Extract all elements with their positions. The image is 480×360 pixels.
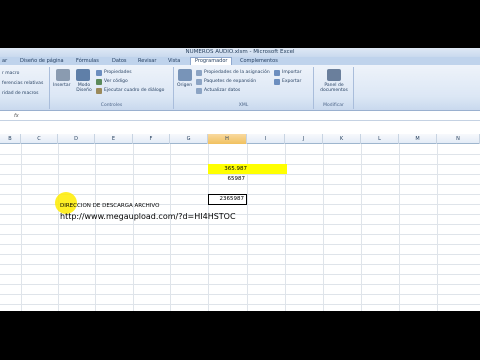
tab-addins[interactable]: Complementos	[240, 58, 278, 65]
xml-group-label: XML	[238, 103, 249, 108]
cell-h-value-2[interactable]: 65987	[208, 174, 247, 184]
grid-line	[0, 254, 480, 255]
modify-group-label: Modificar	[323, 103, 344, 108]
column-header-e[interactable]: E	[95, 134, 133, 144]
column-header-d[interactable]: D	[58, 134, 95, 144]
refresh-data-button[interactable]: Actualizar datos	[204, 88, 240, 93]
map-properties-icon	[196, 70, 202, 76]
macro-security-button[interactable]: ridad de macros	[2, 91, 39, 96]
worksheet-grid[interactable]: 365.987 65987 2365987 DIRECCION DE DESCA…	[0, 144, 480, 311]
export-button[interactable]: Exportar	[282, 79, 301, 84]
grid-line	[0, 184, 480, 185]
column-header-f[interactable]: F	[133, 134, 170, 144]
code-group: r macro ferencias relativas ridad de mac…	[0, 67, 50, 109]
refresh-data-icon	[196, 88, 202, 94]
tab-data[interactable]: Datos	[112, 58, 127, 65]
window-title: NUMEROS AUDIO.xlsm - Microsoft Excel	[185, 49, 295, 55]
modify-group: Panel de documentos Modificar	[314, 67, 354, 109]
function-icon[interactable]: fx	[14, 113, 19, 119]
title-bar: NUMEROS AUDIO.xlsm - Microsoft Excel	[0, 48, 480, 57]
map-properties-button[interactable]: Propiedades de la asignación	[204, 70, 270, 75]
grid-line	[437, 144, 438, 311]
expansion-packs-button[interactable]: Paquetes de expansión	[204, 79, 256, 84]
ribbon-tabs: ar Diseño de página Fórmulas Datos Revis…	[0, 57, 480, 65]
column-headers: B C D E F G H I J K L M N	[0, 134, 480, 144]
cell-download-url[interactable]: http://www.megaupload.com/?d=HI4HSTOC	[60, 211, 236, 223]
column-header-j[interactable]: J	[285, 134, 323, 144]
properties-button[interactable]: Propiedades	[104, 70, 132, 75]
import-icon	[274, 70, 280, 76]
insert-button[interactable]: Insertar	[53, 83, 71, 88]
ribbon: r macro ferencias relativas ridad de mac…	[0, 65, 480, 111]
controls-group: Insertar Modo Diseño Propiedades Ver cód…	[50, 67, 174, 109]
grid-line	[399, 144, 400, 311]
column-header-k[interactable]: K	[323, 134, 361, 144]
import-button[interactable]: Importar	[282, 70, 302, 75]
formula-bar[interactable]: fx	[0, 112, 480, 121]
grid-line	[361, 144, 362, 311]
grid-line	[0, 154, 480, 155]
column-header-l[interactable]: L	[361, 134, 399, 144]
grid-line	[0, 224, 480, 225]
grid-line	[0, 274, 480, 275]
grid-line	[58, 144, 59, 311]
grid-line	[323, 144, 324, 311]
grid-line	[133, 144, 134, 311]
expansion-packs-icon	[196, 79, 202, 85]
view-code-button[interactable]: Ver código	[104, 79, 128, 84]
column-header-h[interactable]: H	[208, 134, 247, 144]
cell-download-label[interactable]: DIRECCION DE DESCARGA ARCHIVO	[60, 201, 159, 211]
export-icon	[274, 79, 280, 85]
run-dialog-button[interactable]: Ejecutar cuadro de diálogo	[104, 88, 164, 93]
tab-page-layout[interactable]: Diseño de página	[20, 58, 64, 65]
design-mode-button[interactable]: Modo Diseño	[74, 83, 94, 93]
document-panel-icon[interactable]	[327, 69, 341, 81]
xml-group: Origen Propiedades de la asignación Paqu…	[174, 67, 314, 109]
relative-references-button[interactable]: ferencias relativas	[2, 81, 43, 86]
grid-line	[21, 144, 22, 311]
source-button[interactable]: Origen	[177, 83, 192, 88]
tab-view[interactable]: Vista	[168, 58, 180, 65]
column-header-n[interactable]: N	[437, 134, 480, 144]
tab-formulas[interactable]: Fórmulas	[76, 58, 99, 65]
tab-developer[interactable]: Programador	[190, 57, 233, 65]
grid-line	[0, 244, 480, 245]
controls-group-label: Controles	[100, 103, 123, 108]
grid-line	[0, 304, 480, 305]
properties-icon	[96, 70, 102, 76]
cell-h-value-1[interactable]: 365.987	[208, 164, 287, 174]
grid-line	[0, 284, 480, 285]
record-macro-button[interactable]: r macro	[2, 71, 19, 76]
grid-line	[0, 234, 480, 235]
grid-line	[0, 264, 480, 265]
column-header-m[interactable]: M	[399, 134, 437, 144]
column-header-g[interactable]: G	[170, 134, 208, 144]
tab-review[interactable]: Revisar	[138, 58, 156, 65]
insert-control-icon[interactable]	[56, 69, 70, 81]
tab-start[interactable]: ar	[2, 58, 7, 65]
xml-source-icon[interactable]	[178, 69, 192, 81]
design-mode-icon[interactable]	[76, 69, 90, 81]
document-panel-button[interactable]: Panel de documentos	[316, 83, 352, 93]
view-code-icon	[96, 79, 102, 85]
cell-h-value-4[interactable]: 2365987	[208, 194, 247, 205]
grid-line	[95, 144, 96, 311]
run-dialog-icon	[96, 88, 102, 94]
grid-line	[170, 144, 171, 311]
grid-line	[0, 294, 480, 295]
column-header-i[interactable]: I	[247, 134, 285, 144]
column-header-b[interactable]: B	[0, 134, 21, 144]
column-header-c[interactable]: C	[21, 134, 58, 144]
